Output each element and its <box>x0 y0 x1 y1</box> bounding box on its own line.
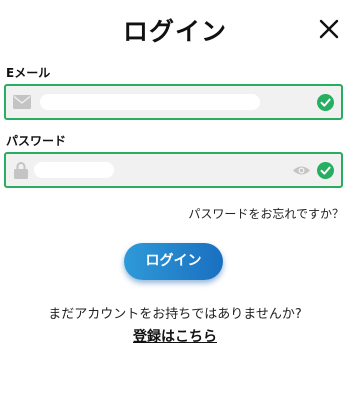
check-circle-icon <box>317 162 334 179</box>
email-field[interactable] <box>4 84 343 120</box>
lock-icon <box>14 162 28 179</box>
mail-icon <box>13 95 31 109</box>
page-title: ログイン <box>122 17 227 46</box>
register-link[interactable]: 登録はこちら <box>0 326 350 346</box>
check-circle-icon <box>317 94 334 111</box>
email-label: Eメール <box>6 66 51 80</box>
login-dialog: ログイン Eメール パスワード パスワードをお忘れですか？ ログイン まだアカウ… <box>0 0 350 400</box>
no-account-text: まだアカウントをお持ちではありませんか? <box>48 307 302 322</box>
close-icon[interactable] <box>318 18 340 40</box>
password-value-redacted <box>34 162 114 178</box>
eye-icon[interactable] <box>292 164 311 177</box>
login-button[interactable]: ログイン <box>124 243 223 280</box>
email-value-redacted <box>40 94 260 110</box>
close-button[interactable] <box>318 18 340 40</box>
password-label: パスワード <box>6 134 67 148</box>
forgot-password-link[interactable]: パスワードをお忘れですか？ <box>188 205 344 222</box>
password-field[interactable] <box>4 152 343 188</box>
